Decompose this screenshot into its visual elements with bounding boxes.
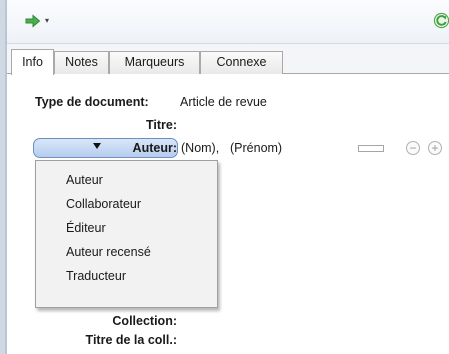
menu-item-editor[interactable]: Éditeur bbox=[37, 217, 216, 240]
creator-firstname-field[interactable]: (Prénom) bbox=[230, 141, 282, 155]
zotero-item-pane: ▾ Info Notes Marqueurs Connexe Type de d… bbox=[0, 0, 449, 354]
creator-type-label[interactable]: Auteur: bbox=[40, 141, 177, 155]
menu-item-contributor[interactable]: Collaborateur bbox=[37, 193, 216, 216]
tab-notes[interactable]: Notes bbox=[54, 51, 109, 74]
creator-lastname-field[interactable]: (Nom), bbox=[181, 141, 219, 155]
pane-splitter[interactable] bbox=[0, 0, 7, 354]
item-toolbar: ▾ bbox=[7, 0, 449, 44]
title-label: Titre: bbox=[145, 118, 177, 132]
menu-item-translator[interactable]: Traducteur bbox=[37, 265, 216, 288]
item-tabs: Info Notes Marqueurs Connexe bbox=[7, 44, 449, 75]
green-arrow-icon[interactable] bbox=[25, 13, 41, 29]
nav-dropdown-caret[interactable]: ▾ bbox=[45, 13, 49, 29]
tab-info[interactable]: Info bbox=[11, 49, 54, 75]
item-type-value[interactable]: Article de revue bbox=[180, 95, 267, 109]
tab-tags[interactable]: Marqueurs bbox=[109, 51, 200, 74]
menu-item-author[interactable]: Auteur bbox=[37, 169, 216, 192]
green-sync-icon[interactable] bbox=[433, 12, 449, 29]
series-label: Collection: bbox=[112, 314, 177, 328]
creator-mode-switch[interactable] bbox=[358, 145, 384, 152]
series-title-label: Titre de la coll.: bbox=[85, 333, 177, 347]
menu-item-reviewed-author[interactable]: Auteur recensé bbox=[37, 241, 216, 264]
add-creator-button[interactable]: + bbox=[428, 141, 442, 155]
remove-creator-button[interactable]: − bbox=[406, 141, 420, 155]
tab-related[interactable]: Connexe bbox=[200, 51, 283, 74]
item-type-label: Type de document: bbox=[35, 95, 149, 109]
creator-type-menu: Auteur Collaborateur Éditeur Auteur rece… bbox=[35, 160, 218, 308]
